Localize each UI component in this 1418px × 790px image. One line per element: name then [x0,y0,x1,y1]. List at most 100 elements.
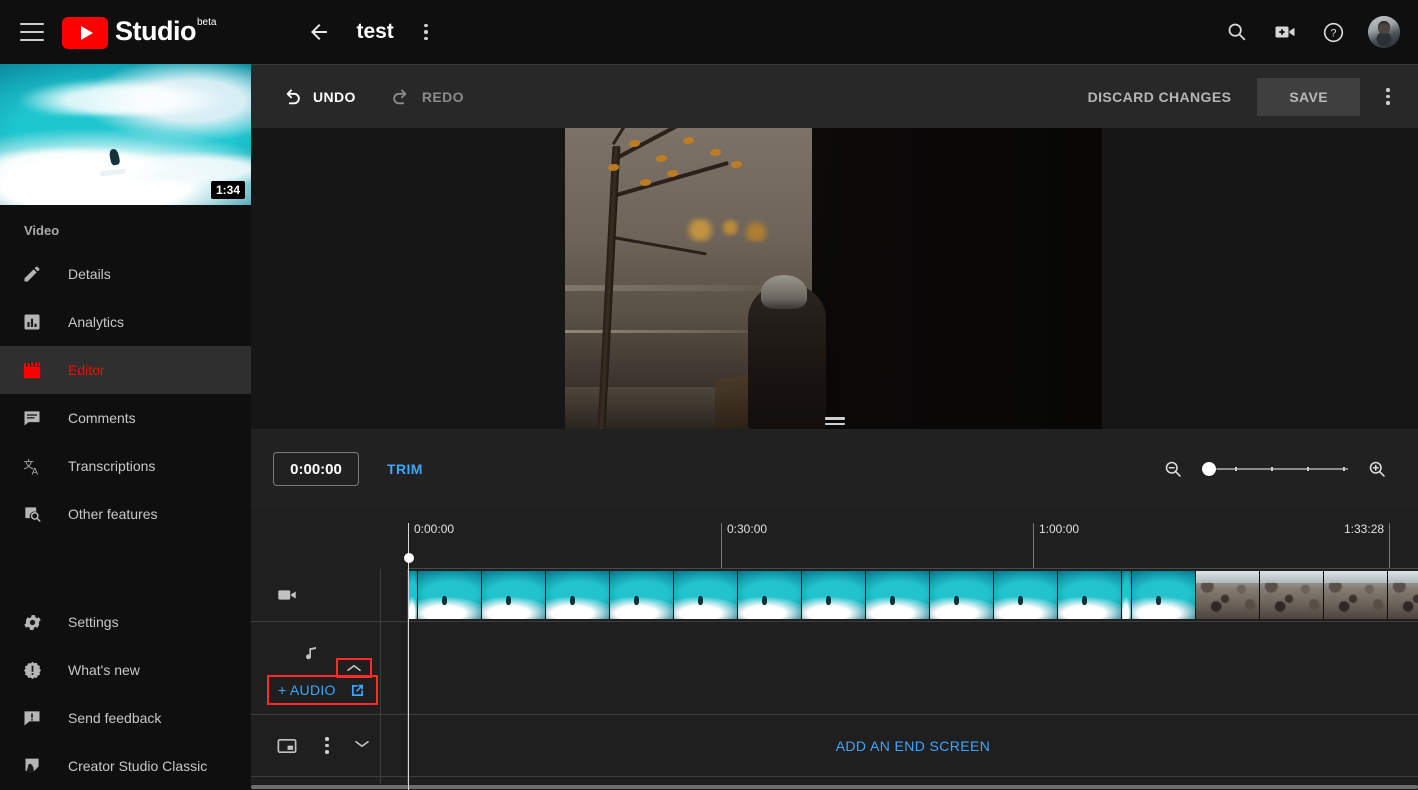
clapperboard-icon [20,358,44,382]
redo-button[interactable]: REDO [390,86,464,108]
translate-icon: 文 A [20,454,44,478]
video-thumbnail[interactable]: 1:34 [0,64,251,205]
filmstrip-frame [866,571,930,619]
sidebar-item-whats-new[interactable]: What's new [0,646,251,694]
timecode-input[interactable]: 0:00:00 [273,452,359,486]
sidebar-item-editor[interactable]: Editor [0,346,251,394]
filmstrip-frame [930,571,994,619]
end-screen-track-header [251,715,381,776]
audio-track-gutter [381,622,408,714]
sidebar-item-label: Send feedback [68,710,161,726]
filmstrip-frame [1388,571,1418,619]
back-arrow-icon[interactable] [306,19,332,45]
editor-toolbar: UNDO REDO DISCARD CHANGES SAVE [251,64,1418,128]
video-camera-plus-icon[interactable] [1272,19,1298,45]
youtube-studio-editor: Studio beta test ? [0,0,1418,790]
duration-badge: 1:34 [211,181,245,199]
sidebar-item-analytics[interactable]: Analytics [0,298,251,346]
filmstrip-frame [738,571,802,619]
sidebar-item-send-feedback[interactable]: Send feedback [0,694,251,742]
hamburger-icon[interactable] [20,23,44,41]
timeline: 0:00:00 0:30:00 1:00:00 1:33:28 [251,509,1418,790]
header-actions: ? [1224,16,1400,48]
zoom-out-icon[interactable] [1160,456,1186,482]
svg-text:?: ? [1330,27,1336,39]
video-track-header [251,569,381,621]
brand-name: Studio [115,15,196,47]
zoom-slider[interactable] [1202,459,1348,479]
end-screen-track-body[interactable]: ADD AN END SCREEN [408,715,1418,776]
creator-studio-classic-icon [20,754,44,778]
sidebar-item-transcriptions[interactable]: 文 A Transcriptions [0,442,251,490]
music-note-icon [299,642,323,666]
filmstrip-frame [418,571,482,619]
trim-button[interactable]: TRIM [387,461,423,477]
timeline-horizontal-scrollbar[interactable] [251,784,1418,790]
sidebar-item-label: Comments [68,410,136,426]
redo-label: REDO [422,89,464,105]
add-end-screen-button[interactable]: ADD AN END SCREEN [408,715,1418,776]
undo-button[interactable]: UNDO [281,86,356,108]
filmstrip-frame [674,571,738,619]
editor-kebab-menu-icon[interactable] [1378,86,1398,108]
preview-resize-handle[interactable] [251,413,1418,429]
bar-chart-icon [20,310,44,334]
filmstrip-frame [408,571,418,619]
editor-main: UNDO REDO DISCARD CHANGES SAVE [251,64,1418,790]
audio-track-body[interactable] [408,622,1418,714]
timeline-ruler[interactable]: 0:00:00 0:30:00 1:00:00 1:33:28 [251,509,1418,569]
sidebar-item-creator-studio-classic[interactable]: Creator Studio Classic [0,742,251,790]
add-audio-button[interactable]: + AUDIO [267,675,378,705]
filmstrip-frame [1324,571,1388,619]
audio-track-row: + AUDIO [251,622,1418,715]
discard-changes-button[interactable]: DISCARD CHANGES [1072,79,1248,115]
save-button[interactable]: SAVE [1257,78,1360,116]
sidebar-item-details[interactable]: Details [0,250,251,298]
video-camera-icon [275,583,299,607]
sidebar-item-label: What's new [68,662,140,678]
sidebar-spacer [0,538,251,598]
editor-toolbar-actions: DISCARD CHANGES SAVE [1072,78,1404,116]
filmstrip-frame [546,571,610,619]
zoom-in-icon[interactable] [1364,456,1390,482]
sidebar-item-label: Analytics [68,314,124,330]
ruler-tick-label: 1:00:00 [1033,523,1079,569]
timeline-playhead[interactable] [408,523,409,790]
avatar[interactable] [1368,16,1400,48]
filmstrip-frame [1058,571,1122,619]
filmstrip-frame [994,571,1058,619]
header-kebab-menu-icon[interactable] [416,21,436,43]
studio-logo[interactable]: Studio beta [62,15,216,49]
video-preview-area [251,128,1418,429]
feedback-icon [20,706,44,730]
video-clip-filmstrip[interactable] [408,571,1418,619]
video-track-row [251,569,1418,622]
sidebar-item-label: Details [68,266,111,282]
top-bar: Studio beta test ? [0,0,1418,64]
sidebar-item-settings[interactable]: Settings [0,598,251,646]
video-track-body[interactable] [408,569,1418,621]
sidebar-item-label: Editor [68,362,105,378]
end-screen-kebab-menu-icon[interactable] [317,735,337,757]
add-audio-label: + AUDIO [278,682,336,698]
zoom-slider-knob[interactable] [1202,462,1216,476]
pencil-icon [20,262,44,286]
undo-arrow-icon [281,86,303,108]
scrollbar-thumb[interactable] [251,785,1418,789]
trim-bar: 0:00:00 TRIM [251,429,1418,509]
alert-badge-icon [20,658,44,682]
brand-beta-tag: beta [197,17,216,28]
page-title: test [356,20,393,44]
youtube-play-icon [62,17,108,49]
sidebar-item-comments[interactable]: Comments [0,394,251,442]
sidebar-item-label: Creator Studio Classic [68,758,207,774]
help-circle-icon[interactable]: ? [1320,19,1346,45]
video-preview[interactable] [565,128,1102,429]
end-screen-expand-button[interactable] [353,737,371,755]
filmstrip-frame [1122,571,1132,619]
undo-label: UNDO [313,89,356,105]
audio-track-header: + AUDIO [251,622,381,714]
search-icon[interactable] [1224,19,1250,45]
sidebar-item-other-features[interactable]: Other features [0,490,251,538]
chevron-up-icon [345,662,363,674]
